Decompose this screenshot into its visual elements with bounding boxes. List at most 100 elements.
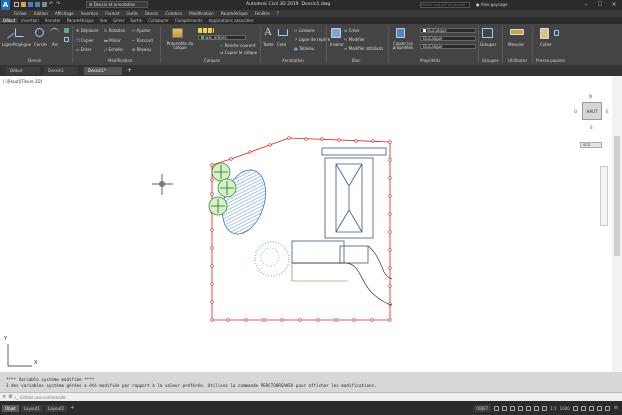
tab-home[interactable]: Début	[0, 18, 19, 23]
model-space-toggle[interactable]: OBJET	[473, 404, 492, 412]
annotation-scale-icon[interactable]	[542, 405, 548, 411]
group-button[interactable]: Grouper	[480, 42, 496, 47]
fillet-tool[interactable]: ⌐ Raccord	[132, 38, 153, 43]
search-input[interactable]	[420, 2, 470, 8]
group-label-properties[interactable]: Propriétés	[420, 58, 440, 63]
tab-addins[interactable]: Compléments	[172, 18, 206, 23]
layout-tab-2[interactable]: Layout2	[44, 404, 68, 412]
group-label-clipboard[interactable]: Presse-papiers	[536, 58, 565, 63]
layer-properties-icon[interactable]	[172, 28, 183, 38]
scale-tool[interactable]: ⤢ Echelle	[104, 47, 123, 52]
group-label-groups[interactable]: Groupes	[482, 58, 499, 63]
dimension-tool[interactable]: Cote	[277, 42, 286, 47]
edit-block-button[interactable]: ✎ Modifier	[344, 37, 365, 42]
lineweight-dropdown[interactable]: DuCalque	[420, 36, 476, 41]
menu-item[interactable]: Insertion	[81, 11, 99, 16]
viewcube-north[interactable]: N	[589, 94, 592, 99]
navigation-bar[interactable]	[600, 166, 608, 226]
viewcube-south[interactable]: S	[590, 125, 593, 130]
add-layout-button[interactable]: +	[70, 405, 74, 411]
color-dropdown[interactable]: DuCalque	[420, 28, 476, 33]
polyline-tool[interactable]: Polyligne	[13, 42, 31, 47]
building[interactable]	[291, 147, 387, 264]
shrub-cluster[interactable]	[254, 241, 290, 277]
circle-icon[interactable]	[35, 28, 44, 37]
tab-parametric[interactable]: Paramétrique	[64, 18, 97, 23]
line-tool[interactable]: Ligne	[2, 42, 13, 47]
line-icon[interactable]	[2, 26, 15, 39]
stretch-tool[interactable]: ⇔ Etirer	[76, 47, 92, 52]
menu-item[interactable]: Modification	[189, 11, 213, 16]
workspace-dropdown[interactable]: ⚙ Dessin et annotation	[86, 1, 148, 8]
table-button[interactable]: ▦ Tableau	[294, 46, 314, 51]
doc-tab-drawing1[interactable]: Dessin1	[44, 67, 78, 75]
leader-button[interactable]: ↗ Ligne de repère	[294, 37, 330, 42]
match-layer-button[interactable]: ⇉ Copier le calque	[220, 50, 257, 55]
undo-icon[interactable]: ↶	[49, 2, 54, 7]
vertical-scrollbar[interactable]	[612, 76, 622, 372]
create-block-button[interactable]: ⊕ Créer	[344, 28, 360, 33]
tab-view[interactable]: Vue	[97, 18, 110, 23]
customize-icon[interactable]: ⚙	[8, 394, 12, 400]
edit-attributes-button[interactable]: ≡ Modifier attributs	[344, 46, 383, 51]
menu-item[interactable]: Cotation	[165, 11, 182, 16]
match-properties-icon[interactable]	[396, 28, 405, 38]
menu-item[interactable]: Paramétrique	[221, 11, 248, 16]
save-icon[interactable]	[28, 2, 33, 7]
layout-tab-model[interactable]: Objet	[2, 404, 19, 412]
layer-dropdown[interactable]: ww_arbres	[198, 35, 246, 40]
text-icon[interactable]: A	[264, 27, 273, 38]
menu-item[interactable]: Fichier	[14, 11, 27, 16]
hatch-icon[interactable]	[64, 28, 69, 33]
workspace-icon[interactable]	[572, 405, 578, 411]
customize-status-icon[interactable]: ≡	[614, 405, 618, 411]
menu-item[interactable]: ?	[277, 11, 279, 16]
scroll-thumb[interactable]	[614, 136, 620, 256]
dimension-icon[interactable]	[278, 29, 288, 36]
arc-icon[interactable]	[50, 28, 59, 37]
measure-icon[interactable]	[510, 29, 524, 35]
viewcube-west[interactable]: O	[574, 109, 577, 114]
tab-connected-apps[interactable]: Applications associées	[206, 18, 257, 23]
lawn-edge[interactable]	[291, 263, 348, 282]
snap-icon[interactable]	[502, 405, 508, 411]
driveway-path[interactable]	[292, 245, 393, 306]
ortho-icon[interactable]	[510, 405, 516, 411]
menu-item[interactable]: Format	[105, 11, 119, 16]
group-label-draw[interactable]: Dessin	[28, 58, 41, 63]
rectangle-icon[interactable]	[64, 37, 69, 42]
rotate-tool[interactable]: ↻ Rotation	[104, 28, 125, 33]
viewcube-east[interactable]: E	[606, 109, 609, 114]
annotation-scale[interactable]: 1:1	[550, 406, 556, 411]
minimize-button[interactable]: –	[580, 1, 592, 9]
arc-tool[interactable]: Arc	[52, 42, 59, 47]
new-tab-button[interactable]: +	[126, 67, 133, 74]
insert-block-button[interactable]: Insérer	[330, 42, 344, 47]
user-account[interactable]: ● Alex.gaysage	[476, 2, 508, 7]
layer-properties-button[interactable]: Propriétés du calque	[166, 42, 194, 50]
open-icon[interactable]	[21, 2, 26, 7]
command-input[interactable]	[20, 393, 521, 401]
tab-output[interactable]: Sortie	[127, 18, 145, 23]
redo-icon[interactable]: ↷	[56, 2, 61, 7]
app-logo-icon[interactable]: A	[1, 0, 10, 10]
group-label-modify[interactable]: Modification	[108, 58, 132, 63]
array-tool[interactable]: ⊞ Réseau	[132, 47, 151, 52]
paste-icon[interactable]	[540, 28, 549, 39]
hardware-accel-icon[interactable]	[596, 405, 602, 411]
paste-button[interactable]: Coller	[540, 42, 552, 47]
osnap-icon[interactable]	[526, 405, 532, 411]
copy-clip-icon[interactable]	[554, 30, 559, 36]
tab-annotate[interactable]: Annoter	[42, 18, 64, 23]
text-tool[interactable]: Texte	[263, 42, 274, 47]
layout-tab-1[interactable]: Layout1	[20, 404, 43, 412]
make-current-button[interactable]: ✓ Rendre courant	[220, 43, 255, 48]
match-properties-button[interactable]: Copier les propriétés	[390, 42, 416, 50]
zoom-level[interactable]: 1600	[560, 406, 570, 411]
close-button[interactable]: ×	[608, 1, 620, 9]
linear-dimension-button[interactable]: ↔ Linéaire	[294, 28, 315, 33]
isolate-icon[interactable]	[588, 405, 594, 411]
polyline-icon[interactable]	[15, 28, 24, 37]
clean-screen-icon[interactable]	[604, 405, 610, 411]
save-as-icon[interactable]	[35, 2, 40, 7]
